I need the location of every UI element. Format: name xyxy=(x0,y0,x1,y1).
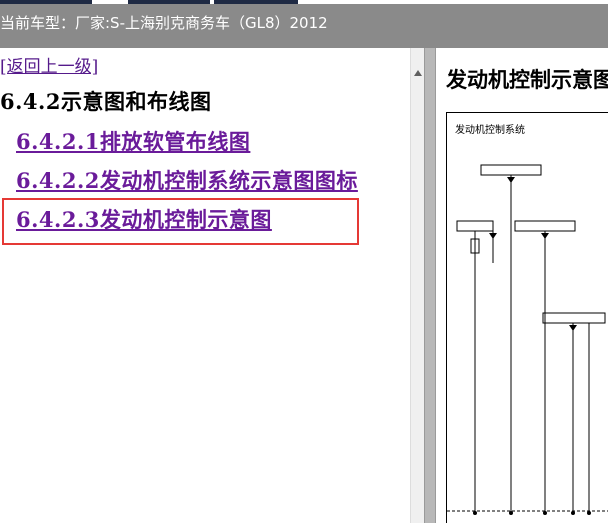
table-of-contents-pane: [返回上一级] 6.4.2示意图和布线图 6.4.2.1排放软管布线图 6.4.… xyxy=(0,48,424,523)
fuse-box xyxy=(480,164,542,176)
schematic-drawing xyxy=(447,164,608,515)
left-pane-scrollbar[interactable] xyxy=(410,48,424,523)
fuse-box xyxy=(514,220,576,232)
toc-link-emission-hose-routing[interactable]: 6.4.2.1排放软管布线图 xyxy=(16,126,250,156)
schematic-diagram: 发动机控制系统 xyxy=(446,112,608,523)
fuse-box xyxy=(456,220,494,232)
back-to-parent-link[interactable]: [返回上一级] xyxy=(0,52,98,77)
pane-splitter[interactable] xyxy=(424,48,436,523)
current-vehicle-label: 当前车型：厂家:S-上海别克商务车（GL8）2012 xyxy=(0,14,328,32)
highlight-box xyxy=(2,198,359,245)
vehicle-header-bar: 当前车型：厂家:S-上海别克商务车（GL8）2012 xyxy=(0,4,608,48)
fuse-box xyxy=(542,312,606,324)
toc-link-engine-control-symbols[interactable]: 6.4.2.2发动机控制系统示意图图标 xyxy=(16,165,358,195)
diagram-pane: 发动机控制示意图 发动机控制系统 xyxy=(436,48,608,523)
section-title: 6.4.2示意图和布线图 xyxy=(0,89,212,114)
diagram-title: 发动机控制示意图 xyxy=(446,67,608,92)
triangle-up-icon[interactable] xyxy=(411,66,425,80)
